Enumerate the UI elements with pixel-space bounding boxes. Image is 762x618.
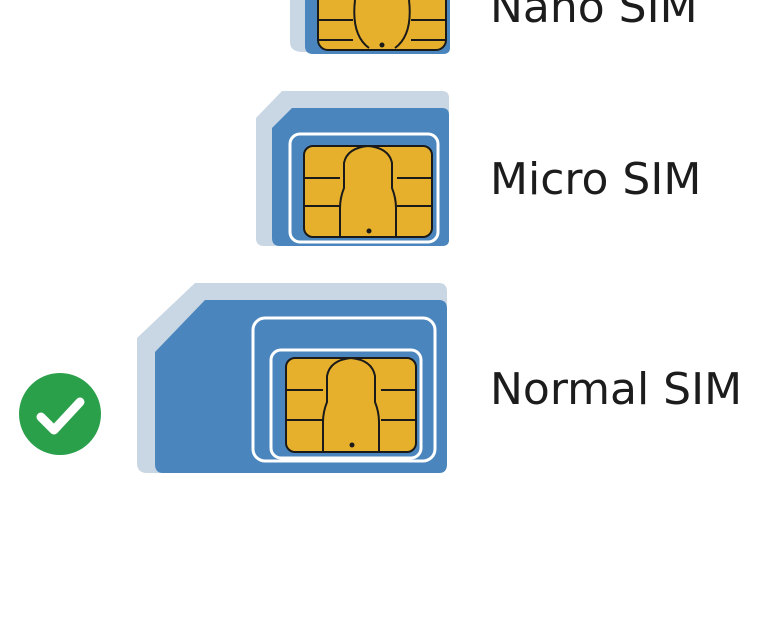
nano-sim-label: Nano SIM <box>490 0 698 33</box>
nano-sim-card-icon <box>290 0 450 54</box>
micro-sim-label: Micro SIM <box>490 154 702 205</box>
check-circle-icon <box>19 373 101 455</box>
normal-sim-label: Normal SIM <box>490 364 743 415</box>
sim-option-micro[interactable]: Micro SIM <box>0 88 762 258</box>
sim-option-nano[interactable]: Nano SIM <box>0 0 762 62</box>
sim-option-normal[interactable]: Normal SIM <box>0 280 762 480</box>
micro-sim-card-icon <box>256 91 449 246</box>
normal-sim-card-icon <box>137 283 447 473</box>
